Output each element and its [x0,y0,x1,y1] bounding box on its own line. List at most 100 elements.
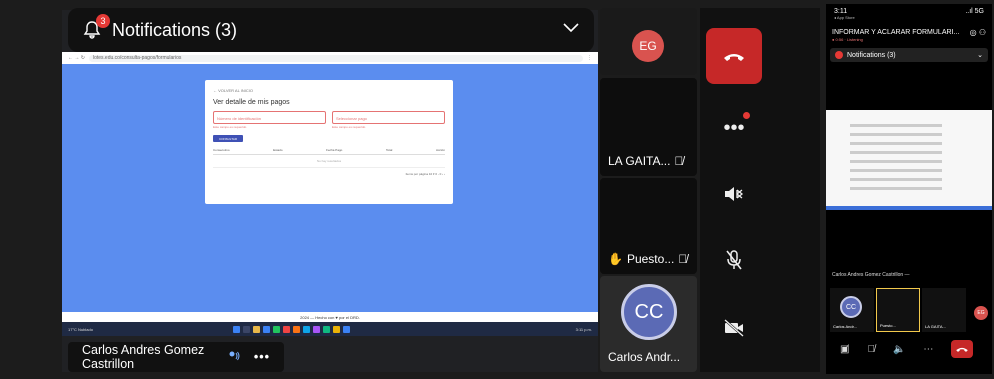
address-bar[interactable]: lotes.edu.co/consulta-pagos/formularios [88,54,583,62]
phone-tile-gaita[interactable]: LA GAITA... [922,288,966,332]
column-header: Total [385,148,393,152]
back-link[interactable]: ← VOLVER AL INICIO [213,88,445,93]
muted-mic-icon: 🎙̸ [678,252,688,266]
table-header: Consecutivo Estado Fecha Pago Total Acci… [213,148,445,155]
more-actions-button[interactable]: ••• [706,100,762,156]
microphone-toggle-button[interactable] [706,232,762,288]
presenter-name: Carlos Andres Gomez Castrillon [82,343,205,371]
meeting-status: ● 0:56 · Listening [832,37,863,42]
phone-tile-puesto[interactable]: Puesto... [876,288,920,332]
identification-input[interactable]: Número de identificación [213,111,326,124]
taskbar-app-icon[interactable] [272,325,280,333]
muted-mic-icon: 🎙̸ [674,154,684,168]
phone-notifications-bar[interactable]: Notifications (3) ⌄ [830,48,988,62]
avatar[interactable]: EG [974,306,988,320]
notifications-title: Notifications (3) [112,19,238,40]
presenter-name-tag: Carlos Andres Gomez Castrillon ••• [68,342,284,372]
taskbar-app-icon[interactable] [302,325,310,333]
status-bar: 3:11 ◂ App Store ..ıl 5G [826,4,992,22]
taskbar-app-icon[interactable] [292,325,300,333]
participant-name: LA GAITA... [925,324,946,329]
phone-call-controls: ▣̸ 🎙̸ 🔈 ⋯ [840,340,974,358]
notification-badge [835,51,843,59]
windows-start-icon[interactable] [232,325,240,333]
taskbar-apps [232,325,350,333]
column-header: Consecutivo [213,148,230,152]
participant-tile-eg[interactable]: EG [600,8,697,75]
status-time: 3:11 [834,8,848,15]
payment-details-card: ← VOLVER AL INICIO Ver detalle de mis pa… [205,80,453,204]
column-header: Fecha Pago [326,148,343,152]
phone-tile-cc[interactable]: CC Carlos Andr... [830,288,874,332]
audio-output-button[interactable] [706,166,762,222]
speaking-indicator-icon [228,350,240,365]
taskbar-search[interactable] [242,325,250,333]
meeting-title-row: INFORMAR Y ACLARAR FORMULARI... ◎ ⚇ [826,22,992,37]
hangup-button[interactable] [951,340,974,358]
speaker-bluetooth-icon [725,187,744,201]
column-header: Acción [435,148,445,152]
browser-toolbar: ← → ↻ lotes.edu.co/consulta-pagos/formul… [62,52,598,64]
phone-shared-screen [826,110,992,210]
phone-hangup-icon [956,347,969,352]
hangup-button[interactable] [706,28,762,84]
taskbar-clock[interactable]: 3:11 p.m. [576,327,592,332]
avatar: EG [632,30,664,62]
participant-name: Carlos Andr... [833,324,858,329]
taskbar-app-icon[interactable] [332,325,340,333]
consult-button[interactable]: CONSULTAR [213,135,243,142]
empty-table-message: No hay resultados [213,155,445,168]
participant-name: Puesto... [626,252,675,266]
chat-icon[interactable]: ◎ ⚇ [970,28,986,37]
raised-hand-icon: ✋ [608,252,623,266]
phone-notifications-title: Notifications (3) [847,51,896,59]
speaker-icon[interactable]: 🔈 [893,344,905,355]
table-pager[interactable]: Items por página 10 ▾ 0 - 0 ‹ › [213,172,445,176]
chevron-down-icon[interactable] [562,21,580,39]
phone-hangup-icon [724,54,744,61]
nav-arrows-icon[interactable]: ← → ↻ [68,55,85,61]
taskbar-app-icon[interactable] [342,325,350,333]
meeting-title: INFORMAR Y ACLARAR FORMULARI... [832,29,960,36]
presenter-caption: Carlos Andres Gomez Castrillon — [832,272,910,278]
page-footer: 2024 — Hecho con ♥ por el DRD. [62,312,598,322]
participant-tile-gaita[interactable]: LA GAITA... 🎙̸ [600,78,697,176]
more-dots-icon[interactable]: ⋯ [923,344,933,355]
taskbar-app-icon[interactable] [262,325,270,333]
bell-icon: 3 [82,14,110,40]
avatar: CC [621,284,677,340]
more-options-button[interactable]: ••• [254,350,270,364]
camera-toggle-button[interactable] [706,300,762,356]
participant-tile-puesto[interactable]: ✋ Puesto... 🎙̸ [600,178,697,274]
mic-off-icon [726,250,742,270]
weather-widget[interactable]: 17°C Nublado [68,327,93,332]
field-error: Este campo es requerido [213,125,247,129]
phone-participant-strip: CC Carlos Andr... Puesto... LA GAITA... [830,288,966,332]
participant-tile-cc[interactable]: CC Carlos Andr... [600,276,697,372]
notification-count-badge: 3 [96,14,110,28]
payment-select[interactable]: Seleccionar pago [332,111,445,124]
participant-name: Carlos Andr... [608,350,681,364]
taskbar-app-icon[interactable] [282,325,290,333]
signal-indicator: ..ıl 5G [965,8,984,15]
mic-off-icon[interactable]: 🎙̸ [867,344,875,355]
taskbar-app-icon[interactable] [312,325,320,333]
camera-off-icon [724,319,744,337]
avatar: CC [840,296,862,318]
back-to-app[interactable]: ◂ App Store [834,15,855,20]
camera-off-icon[interactable]: ▣̸ [840,344,849,355]
phone-screen: 3:11 ◂ App Store ..ıl 5G INFORMAR Y ACLA… [826,4,992,374]
page-heading: Ver detalle de mis pagos [213,99,290,106]
participant-name: LA GAITA... [608,154,671,168]
taskbar-app-icon[interactable] [322,325,330,333]
alert-dot [743,112,750,119]
column-header: Estado [273,148,283,152]
participant-name: Puesto... [880,323,896,328]
taskbar-app-icon[interactable] [252,325,260,333]
notifications-banner[interactable]: 3 Notifications (3) [68,8,594,52]
browser-menu-icon[interactable]: ⋮ [587,55,592,61]
more-dots-icon: ••• [723,116,745,139]
chevron-down-icon[interactable]: ⌄ [977,51,983,59]
field-error: Este campo es requerido [332,125,366,129]
windows-taskbar: 17°C Nublado 3:11 p.m. [62,322,598,336]
